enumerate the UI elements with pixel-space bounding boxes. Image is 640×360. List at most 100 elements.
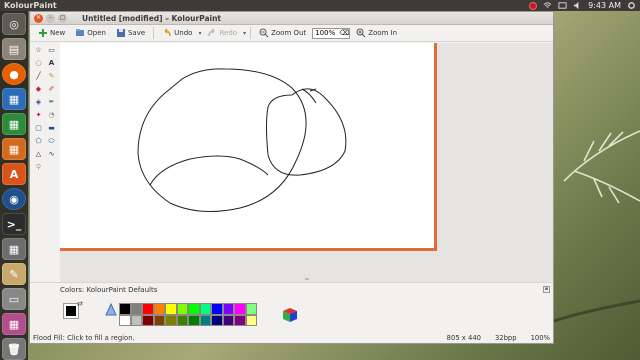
- terminal-icon[interactable]: >_: [2, 213, 26, 235]
- palette-color-swatch[interactable]: [142, 314, 154, 326]
- settings-gear-icon[interactable]: [627, 1, 636, 10]
- rectangle-tool-icon[interactable]: ▬: [46, 123, 57, 133]
- globe-icon[interactable]: ◉: [2, 188, 26, 210]
- zoom-tool-icon[interactable]: ⚲: [33, 162, 44, 172]
- files-icon[interactable]: ▤: [2, 38, 26, 60]
- zoom-out-button[interactable]: Zoom Out: [255, 27, 310, 39]
- palette-color-swatch[interactable]: [142, 303, 154, 315]
- transparent-color-icon[interactable]: [105, 303, 117, 317]
- color-cube-icon[interactable]: [280, 305, 300, 325]
- open-button[interactable]: Open: [71, 27, 110, 39]
- palette-color-swatch[interactable]: [199, 303, 211, 315]
- color-eraser-tool-icon[interactable]: ✦: [33, 110, 44, 120]
- new-icon: [39, 29, 47, 37]
- palette-color-swatch[interactable]: [245, 314, 257, 326]
- canvas-scroll-area[interactable]: [60, 43, 553, 282]
- zoom-level-input[interactable]: 100% ⌫: [312, 27, 351, 39]
- palette-color-swatch[interactable]: [222, 303, 234, 315]
- save-button[interactable]: Save: [112, 27, 149, 39]
- status-bar: Flood Fill: Click to fill a region. 805 …: [30, 332, 553, 344]
- palette-color-swatch[interactable]: [211, 303, 223, 315]
- eraser-tool-icon[interactable]: ◆: [33, 84, 44, 94]
- freehand-drawing: [137, 68, 347, 212]
- canvas-resize-handle[interactable]: [305, 278, 309, 280]
- polygon-tool-icon[interactable]: ⬠: [33, 136, 44, 146]
- elliptical-selection-tool-icon[interactable]: ◌: [33, 58, 44, 68]
- redo-dropdown-icon[interactable]: ▾: [243, 30, 246, 37]
- new-button[interactable]: New: [34, 27, 69, 39]
- swap-colors-icon[interactable]: ⇄: [77, 300, 83, 308]
- save-label: Save: [127, 29, 146, 37]
- title-bar[interactable]: ✕ – □ Untitled [modified] – KolourPaint: [30, 12, 553, 25]
- palette-color-swatch[interactable]: [165, 303, 177, 315]
- palette-color-swatch[interactable]: [165, 314, 177, 326]
- zoom-out-label: Zoom Out: [271, 29, 307, 37]
- minimize-window-icon[interactable]: –: [46, 13, 55, 23]
- colors-toolbar: Colors: KolourPaint Defaults ▪ ⇄: [30, 282, 553, 332]
- palette-color-swatch[interactable]: [245, 303, 257, 315]
- calculator-icon[interactable]: ▦: [2, 238, 26, 260]
- rectangular-selection-tool-icon[interactable]: ▭: [46, 45, 57, 55]
- flood-fill-tool-icon[interactable]: ◈: [33, 97, 44, 107]
- writer-icon[interactable]: ▦: [2, 88, 26, 110]
- undo-label: Undo: [174, 29, 193, 37]
- maximize-window-icon[interactable]: □: [58, 13, 67, 23]
- palette-color-swatch[interactable]: [153, 314, 165, 326]
- calc-icon[interactable]: ▦: [2, 113, 26, 135]
- status-message: Flood Fill: Click to fill a region.: [33, 334, 135, 342]
- trash-icon[interactable]: 🗑: [2, 338, 26, 360]
- colors-toolbar-options-icon[interactable]: ▪: [543, 286, 550, 293]
- color-picker-tool-icon[interactable]: ✒: [46, 97, 57, 107]
- palette-color-swatch[interactable]: [119, 314, 131, 326]
- input-icon[interactable]: [558, 1, 567, 10]
- palette-color-swatch[interactable]: [130, 303, 142, 315]
- workspace-switcher-icon[interactable]: ▦: [2, 313, 26, 335]
- close-window-icon[interactable]: ✕: [34, 13, 43, 23]
- new-label: New: [50, 29, 66, 37]
- pen-tool-icon[interactable]: ✎: [46, 71, 57, 81]
- clock[interactable]: 9:43 AM: [588, 1, 621, 10]
- firefox-icon[interactable]: ●: [2, 63, 26, 85]
- brush-tool-icon[interactable]: ✐: [46, 84, 57, 94]
- palette-color-swatch[interactable]: [176, 314, 188, 326]
- open-folder-icon: [76, 29, 85, 36]
- record-indicator-icon[interactable]: [529, 1, 538, 10]
- undo-button[interactable]: Undo: [158, 27, 196, 39]
- redo-button[interactable]: Redo: [203, 27, 241, 39]
- palette-color-swatch[interactable]: [211, 314, 223, 326]
- palette-color-swatch[interactable]: [222, 314, 234, 326]
- ellipse-tool-icon[interactable]: ⬭: [46, 136, 57, 146]
- palette-color-swatch[interactable]: [119, 303, 131, 315]
- tool-box: ☆ ▭ ◌ A ╱ ✎ ◆ ✐ ◈ ✒ ✦ ◔ ▢ ▬ ⬠ ⬭ △ ∿ ⚲: [30, 43, 60, 193]
- palette-color-swatch[interactable]: [234, 314, 246, 326]
- palette-color-swatch[interactable]: [199, 314, 211, 326]
- zoom-in-button[interactable]: Zoom In: [352, 27, 401, 39]
- foreground-color-swatch[interactable]: [63, 303, 79, 319]
- kolourpaint-window: ✕ – □ Untitled [modified] – KolourPaint …: [29, 11, 554, 344]
- save-disk-icon: [116, 29, 125, 37]
- foreground-background-selector[interactable]: ⇄: [62, 300, 83, 322]
- palette-color-swatch[interactable]: [188, 303, 200, 315]
- text-tool-icon[interactable]: A: [46, 58, 57, 68]
- undo-dropdown-icon[interactable]: ▾: [198, 30, 201, 37]
- dash-home-icon[interactable]: ◎: [2, 13, 26, 35]
- palette-color-swatch[interactable]: [176, 303, 188, 315]
- spraycan-tool-icon[interactable]: ◔: [46, 110, 57, 120]
- palette-color-swatch[interactable]: [188, 314, 200, 326]
- impress-icon[interactable]: ▦: [2, 138, 26, 160]
- kolourpaint-icon[interactable]: ✎: [2, 263, 26, 285]
- software-center-icon[interactable]: A: [2, 163, 26, 185]
- rounded-rectangle-tool-icon[interactable]: ▢: [33, 123, 44, 133]
- network-icon[interactable]: [543, 1, 552, 10]
- line-tool-icon[interactable]: ╱: [33, 71, 44, 81]
- palette-color-swatch[interactable]: [153, 303, 165, 315]
- palette-color-swatch[interactable]: [130, 314, 142, 326]
- palette-color-swatch[interactable]: [234, 303, 246, 315]
- curve-tool-icon[interactable]: ∿: [46, 149, 57, 159]
- clear-field-icon[interactable]: ⌫: [339, 29, 349, 37]
- removable-drive-icon[interactable]: ▭: [2, 288, 26, 310]
- free-form-selection-tool-icon[interactable]: ☆: [33, 45, 44, 55]
- drawing-canvas[interactable]: [60, 43, 437, 251]
- polyline-tool-icon[interactable]: △: [33, 149, 44, 159]
- volume-icon[interactable]: [573, 1, 582, 10]
